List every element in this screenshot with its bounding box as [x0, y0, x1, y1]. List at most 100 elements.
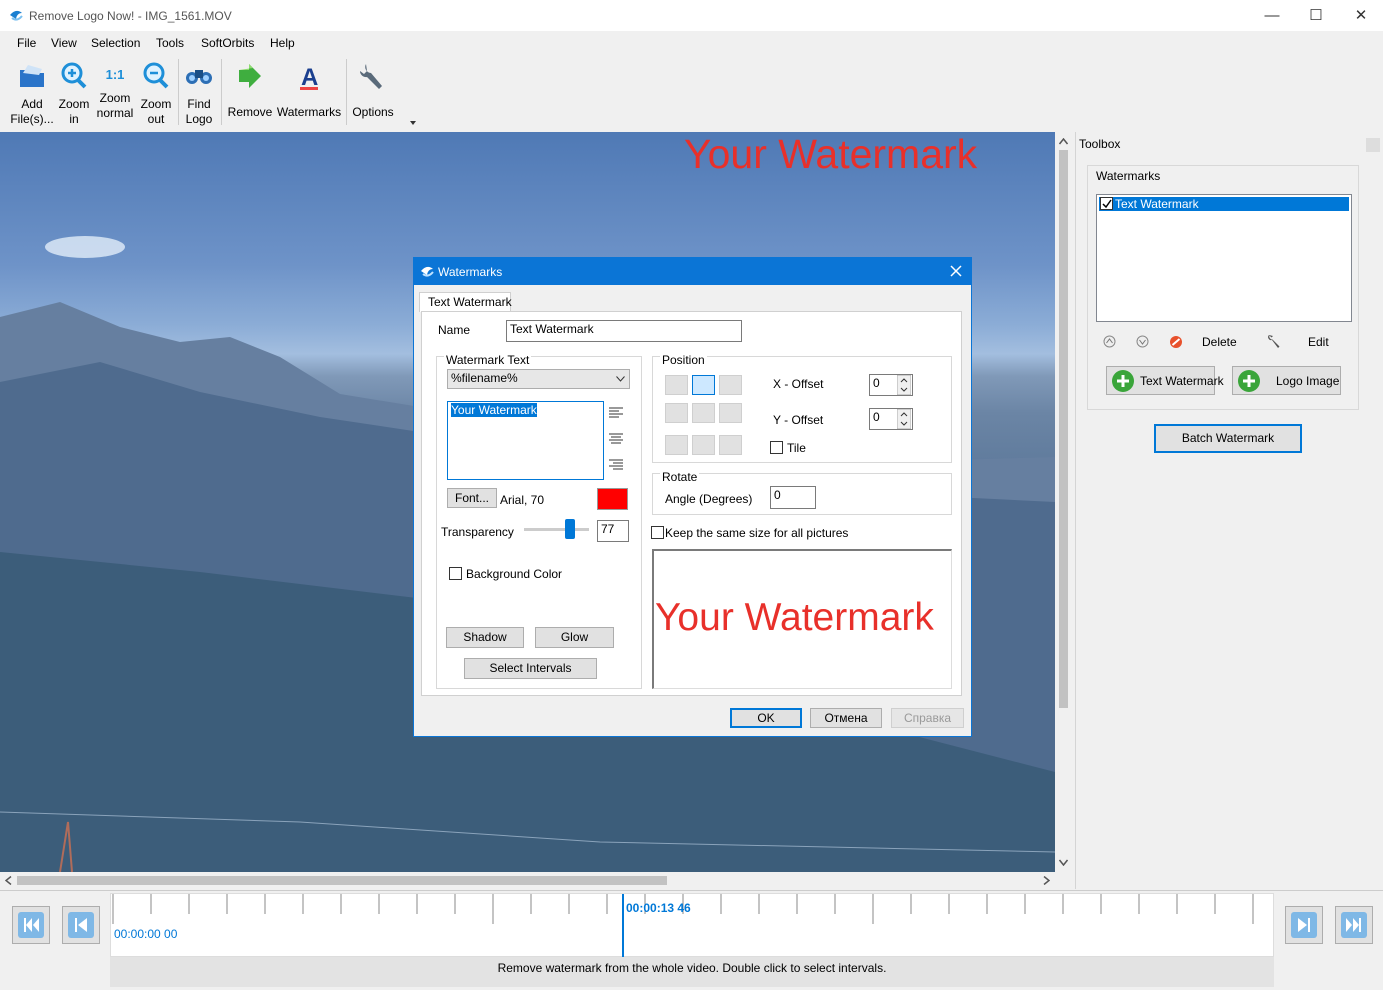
align-right-icon[interactable] — [608, 459, 624, 471]
angle-input[interactable]: 0 — [770, 486, 816, 509]
font-button[interactable]: Font... — [447, 488, 497, 508]
previous-frame-button[interactable] — [62, 906, 100, 944]
watermark-list[interactable]: Text Watermark — [1096, 194, 1352, 322]
zoom-in-label-1: Zoom — [58, 97, 90, 111]
menu-view[interactable]: View — [51, 36, 77, 50]
dialog-title: Watermarks — [438, 265, 503, 279]
position-middle-left[interactable] — [665, 403, 688, 423]
zoom-in-button[interactable]: Zoom in — [56, 61, 92, 127]
align-center-icon[interactable] — [608, 433, 624, 445]
maximize-button[interactable]: ☐ — [1293, 0, 1339, 31]
add-logo-image-button[interactable]: Logo Image — [1232, 366, 1341, 395]
delete-button[interactable]: Delete — [1202, 335, 1237, 349]
watermarks-button[interactable]: A Watermarks — [275, 61, 343, 120]
shadow-button[interactable]: Shadow — [446, 627, 524, 648]
zoom-normal-button[interactable]: 1:1 Zoom normal — [94, 67, 136, 121]
macro-select[interactable]: %filename% — [447, 369, 630, 389]
name-label: Name — [438, 323, 471, 337]
scroll-right-icon[interactable] — [1043, 876, 1050, 885]
timeline-track[interactable]: 00:00:00 00 00:00:13 46 — [110, 893, 1274, 958]
watermark-text-area[interactable]: Your Watermark — [447, 401, 604, 480]
scroll-left-icon[interactable] — [5, 876, 12, 885]
move-down-icon[interactable] — [1136, 335, 1149, 348]
zoom-out-button[interactable]: Zoom out — [138, 61, 174, 127]
canvas-watermark-text[interactable]: Your Watermark — [684, 132, 977, 178]
delete-icon[interactable] — [1169, 335, 1183, 349]
menu-selection[interactable]: Selection — [91, 36, 140, 50]
font-color-swatch[interactable] — [597, 488, 628, 510]
status-message: Remove watermark from the whole video. D… — [110, 957, 1274, 987]
tab-text-watermark-label: Text Watermark — [428, 295, 512, 309]
list-item-checkbox[interactable] — [1100, 197, 1113, 210]
keep-size-label: Keep the same size for all pictures — [665, 526, 849, 540]
zoom-out-icon — [143, 62, 169, 89]
go-to-end-button[interactable] — [1335, 906, 1373, 944]
list-item[interactable]: Text Watermark — [1099, 197, 1349, 211]
dialog-close-icon[interactable] — [950, 265, 962, 277]
x-offset-label: X - Offset — [773, 377, 824, 391]
add-text-watermark-label: Text Watermark — [1140, 374, 1224, 388]
toolbar-overflow-icon[interactable] — [409, 119, 417, 127]
timeline-start-time: 00:00:00 00 — [114, 927, 178, 941]
align-left-icon[interactable] — [608, 407, 624, 419]
remove-button[interactable]: Remove — [226, 61, 274, 120]
position-center[interactable] — [692, 403, 715, 423]
transparency-slider-track[interactable] — [524, 528, 589, 531]
add-text-watermark-button[interactable]: Text Watermark — [1106, 366, 1224, 395]
vertical-scrollbar[interactable] — [1055, 132, 1072, 872]
x-offset-spinner-icon[interactable] — [897, 375, 911, 395]
move-up-icon[interactable] — [1103, 335, 1116, 348]
vertical-scroll-thumb[interactable] — [1059, 150, 1068, 708]
keep-size-checkbox[interactable] — [651, 526, 664, 539]
position-top-center[interactable] — [692, 375, 715, 395]
menu-softorbits[interactable]: SoftOrbits — [201, 36, 254, 50]
title-bar: Remove Logo Now! - IMG_1561.MOV — ☐ ✕ — [0, 0, 1383, 31]
toolbox-pin-icon[interactable] — [1366, 138, 1380, 152]
menu-bar: File View Selection Tools SoftOrbits Hel… — [0, 31, 1383, 55]
transparency-slider-thumb[interactable] — [565, 519, 575, 539]
zoom-in-icon — [61, 62, 87, 89]
find-logo-button[interactable]: Find Logo — [181, 61, 217, 127]
background-color-checkbox[interactable] — [449, 567, 462, 580]
edit-wrench-icon[interactable] — [1266, 334, 1280, 350]
next-frame-button[interactable] — [1285, 906, 1323, 944]
position-top-right[interactable] — [719, 375, 742, 395]
tab-text-watermark[interactable]: Text Watermark — [419, 292, 512, 312]
menu-help[interactable]: Help — [270, 36, 295, 50]
edit-button[interactable]: Edit — [1308, 335, 1329, 349]
position-bottom-center[interactable] — [692, 435, 715, 455]
scroll-up-icon[interactable] — [1059, 138, 1068, 145]
angle-label: Angle (Degrees) — [665, 492, 753, 506]
name-input[interactable]: Text Watermark — [506, 320, 742, 342]
menu-tools[interactable]: Tools — [156, 36, 184, 50]
watermarks-dialog: Watermarks Text Watermark Name Text Wate… — [413, 257, 972, 737]
cancel-button[interactable]: Отмена — [810, 708, 882, 728]
batch-watermark-button[interactable]: Batch Watermark — [1154, 424, 1302, 453]
watermarks-label: Watermarks — [276, 105, 342, 119]
position-bottom-right[interactable] — [719, 435, 742, 455]
rotate-group-label: Rotate — [660, 470, 700, 484]
close-window-button[interactable]: ✕ — [1338, 0, 1383, 31]
scroll-down-icon[interactable] — [1059, 859, 1068, 866]
add-files-button[interactable]: Add File(s)... — [8, 61, 56, 127]
tile-checkbox[interactable] — [770, 441, 783, 454]
horizontal-scroll-thumb[interactable] — [17, 876, 667, 885]
y-offset-spinner-icon[interactable] — [897, 409, 911, 429]
select-intervals-button[interactable]: Select Intervals — [464, 658, 597, 679]
svg-text:A: A — [301, 64, 318, 91]
horizontal-scrollbar[interactable] — [0, 872, 1055, 889]
position-top-left[interactable] — [665, 375, 688, 395]
ok-button[interactable]: OK — [730, 708, 802, 728]
options-label: Options — [352, 105, 394, 119]
menu-file[interactable]: File — [17, 36, 36, 50]
minimize-button[interactable]: — — [1249, 0, 1295, 31]
position-middle-right[interactable] — [719, 403, 742, 423]
help-button[interactable]: Справка — [891, 708, 964, 728]
rotate-group: Rotate Angle (Degrees) 0 — [652, 470, 952, 515]
transparency-input[interactable]: 77 — [597, 520, 629, 542]
position-bottom-left[interactable] — [665, 435, 688, 455]
options-button[interactable]: Options — [350, 61, 396, 120]
go-to-start-button[interactable] — [12, 906, 50, 944]
glow-button[interactable]: Glow — [535, 627, 614, 648]
dialog-app-icon — [421, 266, 434, 277]
